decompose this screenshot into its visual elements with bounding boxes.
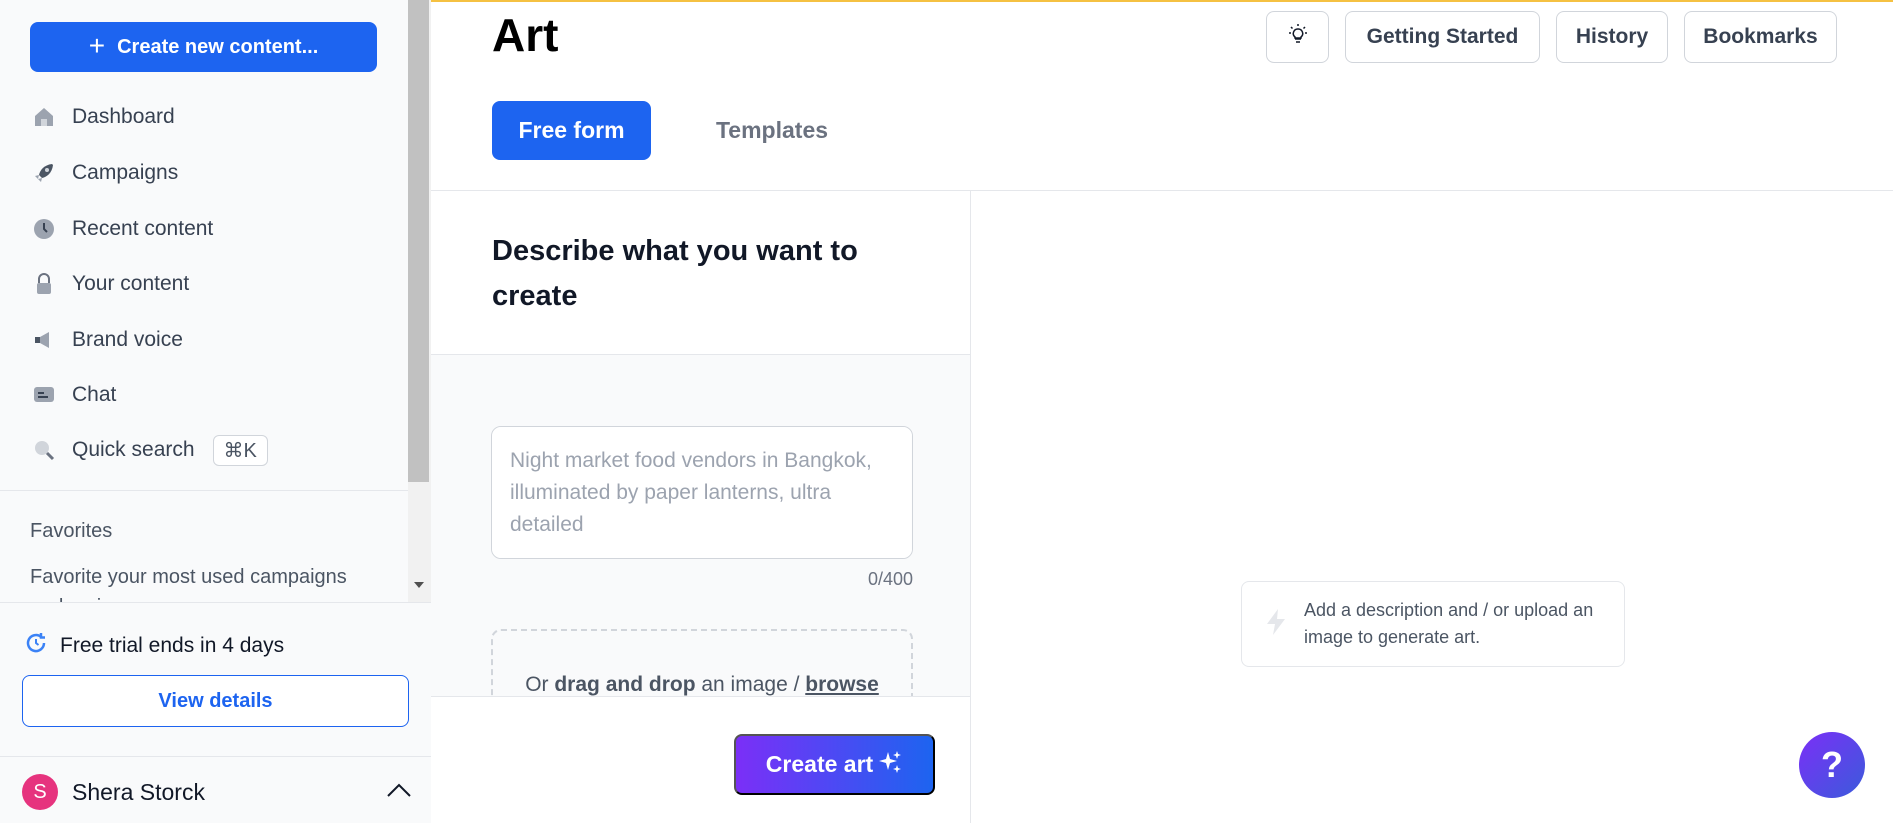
empty-state-text: Add a description and / or upload an ima… xyxy=(1304,600,1594,647)
scrollbar-thumb[interactable] xyxy=(408,0,429,482)
form-heading: Describe what you want to create xyxy=(492,235,858,312)
sidebar-item-your-content[interactable]: Your content xyxy=(30,264,390,304)
image-dropzone[interactable]: Or drag and drop an image / browse xyxy=(491,629,913,696)
sidebar-item-campaigns[interactable]: Campaigns xyxy=(30,153,390,193)
tab-templates[interactable]: Templates xyxy=(692,101,852,160)
view-details-button[interactable]: View details xyxy=(22,675,409,727)
browse-link[interactable]: browse xyxy=(805,673,879,696)
sidebar-item-label: Dashboard xyxy=(72,105,175,128)
sidebar-item-label: Campaigns xyxy=(72,161,179,184)
megaphone-icon xyxy=(30,326,58,354)
history-button[interactable]: History xyxy=(1556,11,1668,63)
shortcut-badge: ⌘K xyxy=(212,434,268,466)
sparkles-icon xyxy=(877,749,903,781)
chat-icon xyxy=(30,381,58,409)
user-menu[interactable]: S Shera Storck xyxy=(22,773,412,811)
sidebar-footer: Free trial ends in 4 days View details S… xyxy=(0,602,431,823)
prompt-input[interactable] xyxy=(491,426,913,559)
sidebar-item-chat[interactable]: Chat xyxy=(30,375,390,415)
refresh-clock-icon xyxy=(24,631,48,661)
favorites-title: Favorites xyxy=(30,520,113,542)
chevron-up-icon[interactable] xyxy=(386,782,412,803)
form-footer: Create art xyxy=(431,696,970,823)
favorites-description: Favorite your most used campaigns and re… xyxy=(30,566,347,602)
create-new-content-button[interactable]: + Create new content... xyxy=(30,22,377,72)
sidebar-item-quick-search[interactable]: Quick search ⌘K xyxy=(30,430,390,470)
sidebar-item-label: Recent content xyxy=(72,217,214,240)
dropzone-prefix: Or xyxy=(525,673,555,696)
lightbulb-icon xyxy=(1286,22,1310,52)
scroll-down-arrow-icon[interactable] xyxy=(414,582,424,588)
help-button[interactable]: ? xyxy=(1799,732,1865,798)
trial-notice: Free trial ends in 4 days xyxy=(24,631,284,661)
user-divider xyxy=(0,756,431,757)
tab-free-form[interactable]: Free form xyxy=(492,101,651,160)
search-icon xyxy=(30,436,58,464)
create-art-button[interactable]: Create art xyxy=(734,734,935,795)
sidebar-item-recent-content[interactable]: Recent content xyxy=(30,209,390,249)
create-art-label: Create art xyxy=(765,751,874,777)
top-accent-line xyxy=(431,0,1893,2)
sidebar-divider xyxy=(0,490,408,491)
getting-started-button[interactable]: Getting Started xyxy=(1345,11,1540,63)
avatar: S xyxy=(22,774,58,810)
create-new-content-label: Create new content... xyxy=(117,35,319,58)
page-title: Art xyxy=(492,9,559,61)
sidebar: + Create new content... Dashboard Campai… xyxy=(0,0,431,823)
ideas-button[interactable] xyxy=(1266,11,1329,63)
lock-icon xyxy=(30,270,58,298)
empty-state: Add a description and / or upload an ima… xyxy=(1241,581,1625,667)
dropzone-bold: drag and drop xyxy=(554,673,696,696)
sidebar-item-label: Your content xyxy=(72,272,190,295)
user-name: Shera Storck xyxy=(72,778,205,805)
plus-icon: + xyxy=(88,30,106,61)
sidebar-item-label: Quick search xyxy=(72,438,195,461)
rocket-icon xyxy=(30,159,58,187)
character-counter: 0/400 xyxy=(867,569,913,589)
form-area: 0/400 Or drag and drop an image / browse xyxy=(431,354,970,696)
sidebar-item-label: Chat xyxy=(72,383,117,406)
home-icon xyxy=(30,103,58,131)
dropzone-text: Or drag and drop an image / browse xyxy=(493,673,911,696)
sidebar-item-label: Brand voice xyxy=(72,328,183,351)
dropzone-middle: an image / xyxy=(695,673,806,696)
sidebar-item-brand-voice[interactable]: Brand voice xyxy=(30,320,390,360)
sidebar-scrollbar[interactable] xyxy=(408,0,431,602)
art-form-panel: Describe what you want to create 0/400 O… xyxy=(431,191,971,823)
trial-text: Free trial ends in 4 days xyxy=(60,634,285,657)
sidebar-scroll-area: + Create new content... Dashboard Campai… xyxy=(0,0,431,602)
sidebar-item-dashboard[interactable]: Dashboard xyxy=(30,97,390,137)
bolt-icon xyxy=(1262,607,1290,642)
clock-icon xyxy=(30,215,58,243)
bookmarks-button[interactable]: Bookmarks xyxy=(1684,11,1837,63)
